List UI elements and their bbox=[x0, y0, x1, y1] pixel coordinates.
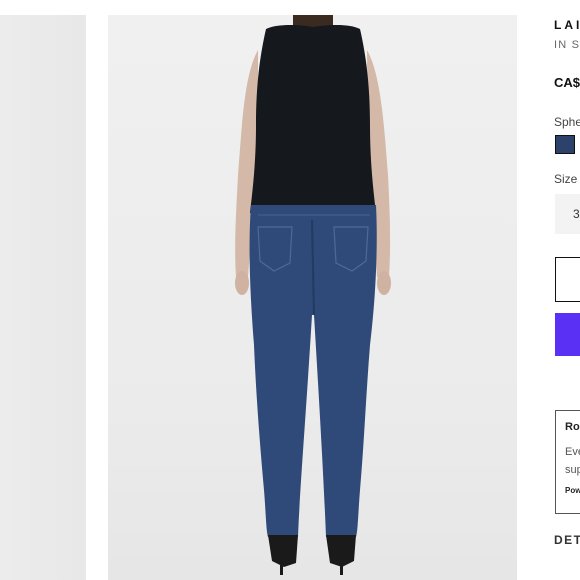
notice-title: Ro bbox=[565, 421, 580, 433]
product-image-thumbnail-left[interactable] bbox=[0, 15, 86, 580]
notice-text-line-2: sup bbox=[565, 464, 580, 476]
product-title: LAI bbox=[554, 18, 580, 32]
notice-box: Ro Eve sup Pow bbox=[555, 410, 580, 514]
notice-powered-by: Pow bbox=[565, 486, 580, 495]
product-info-panel: LAI IN S CA$ Sphe Size 3 Ro Eve sup Pow … bbox=[554, 0, 580, 580]
product-price: CA$ bbox=[554, 75, 580, 90]
color-label: Sphe bbox=[554, 115, 580, 129]
model-illustration bbox=[235, 15, 391, 575]
size-option[interactable]: 3 bbox=[555, 194, 580, 234]
add-to-cart-button[interactable] bbox=[555, 257, 580, 302]
notice-text-line-1: Eve bbox=[565, 446, 580, 458]
details-tab[interactable]: DET bbox=[554, 533, 580, 547]
product-image-main[interactable] bbox=[108, 15, 517, 580]
shop-pay-button[interactable] bbox=[555, 313, 580, 356]
product-subtitle: IN S bbox=[554, 39, 580, 51]
color-swatch-selected[interactable] bbox=[555, 135, 575, 154]
size-label: Size bbox=[554, 172, 578, 186]
